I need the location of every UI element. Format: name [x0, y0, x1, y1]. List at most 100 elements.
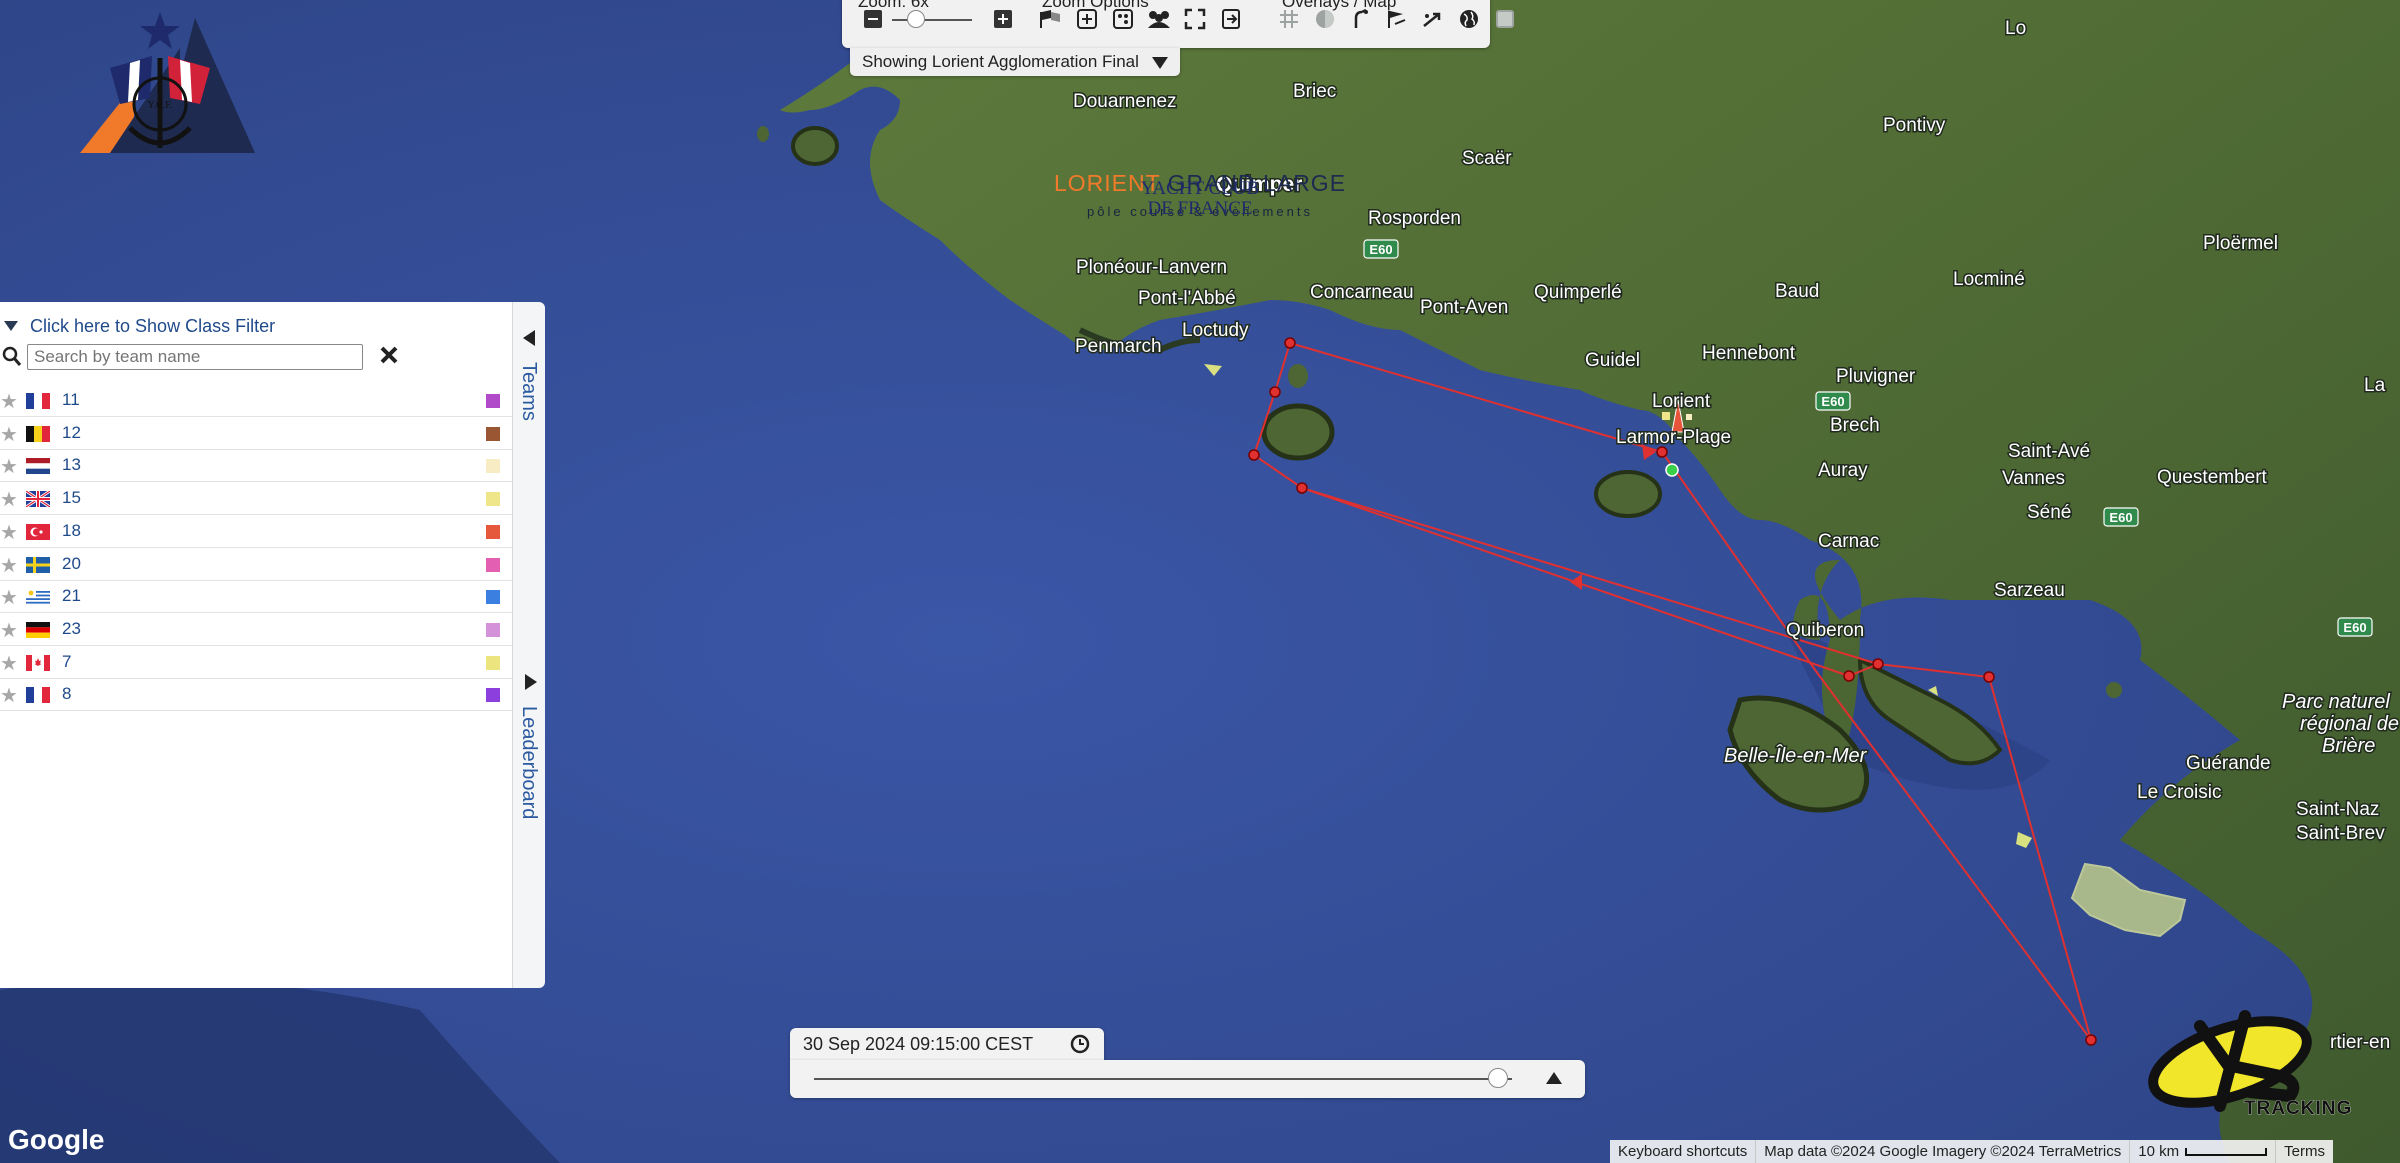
- grid-overlay-icon[interactable]: [1276, 6, 1302, 32]
- favorite-star-icon[interactable]: ★: [0, 585, 18, 610]
- place-label: Vannes: [2002, 468, 2065, 489]
- flag-france-icon: [26, 687, 50, 704]
- teams-tab[interactable]: Teams: [517, 362, 540, 421]
- place-label: Saint-Brev: [2296, 823, 2385, 844]
- map-data-text: Map data ©2024 Google Imagery ©2024 Terr…: [1755, 1140, 2129, 1163]
- race-selector-dropdown[interactable]: Showing Lorient Agglomeration Final: [850, 48, 1180, 76]
- place-label: Penmarch: [1075, 336, 1162, 357]
- team-name[interactable]: 18: [62, 521, 81, 541]
- place-label: Concarneau: [1310, 282, 1414, 303]
- team-name[interactable]: 21: [62, 586, 81, 606]
- fullscreen-icon[interactable]: [1182, 6, 1208, 32]
- place-label: Larmor-Plage: [1616, 427, 1731, 448]
- team-name[interactable]: 20: [62, 554, 81, 574]
- road-shield-e60: E60: [1815, 391, 1851, 411]
- favorite-star-icon[interactable]: ★: [0, 683, 18, 708]
- team-row[interactable]: ★ 21: [0, 580, 512, 614]
- race-selector-label: Showing Lorient Agglomeration Final: [862, 52, 1139, 71]
- boat-marker[interactable]: [1686, 414, 1692, 420]
- triangle-up-icon[interactable]: [1544, 1070, 1564, 1086]
- place-label: Quiberon: [1786, 620, 1864, 641]
- clock-icon[interactable]: [1070, 1034, 1090, 1054]
- class-filter-toggle[interactable]: Click here to Show Class Filter: [4, 314, 275, 338]
- place-label: Hennebont: [1702, 343, 1796, 364]
- team-row[interactable]: ★ 13: [0, 449, 512, 483]
- team-row[interactable]: ★ 20: [0, 548, 512, 581]
- team-name[interactable]: 7: [62, 652, 71, 672]
- zoom-to-course-flag-icon[interactable]: [1038, 6, 1064, 32]
- triangle-right-icon[interactable]: [523, 672, 539, 692]
- team-row[interactable]: ★ 18: [0, 515, 512, 548]
- island: [757, 126, 769, 142]
- google-logo[interactable]: Google: [8, 1124, 104, 1156]
- search-icon: [2, 346, 22, 366]
- place-label: Loctudy: [1182, 320, 1249, 341]
- zoom-out-button[interactable]: [860, 6, 886, 32]
- place-label: Pontivy: [1883, 115, 1946, 136]
- team-name[interactable]: 12: [62, 423, 81, 443]
- place-label: Guérande: [2186, 753, 2271, 774]
- triangle-down-icon: [4, 321, 18, 331]
- team-row[interactable]: ★ 23: [0, 613, 512, 646]
- zoom-slider-handle[interactable]: [907, 10, 925, 28]
- road-shield-e60: E60: [2103, 507, 2139, 527]
- time-slider-handle[interactable]: [1488, 1068, 1509, 1088]
- zoom-slider[interactable]: [892, 10, 972, 28]
- zoom-in-button[interactable]: [990, 6, 1016, 32]
- favorite-star-icon[interactable]: ★: [0, 454, 18, 479]
- exit-icon[interactable]: [1218, 6, 1244, 32]
- team-name[interactable]: 23: [62, 619, 81, 639]
- clear-search-close-icon[interactable]: [378, 344, 400, 366]
- wind-overlay-icon[interactable]: [1420, 6, 1446, 32]
- zoom-to-all-icon[interactable]: [1074, 6, 1100, 32]
- team-name[interactable]: 15: [62, 488, 81, 508]
- boat-marker[interactable]: [1662, 412, 1670, 420]
- globe-icon[interactable]: [1456, 6, 1482, 32]
- team-name[interactable]: 11: [62, 390, 80, 410]
- team-search-input[interactable]: [27, 344, 363, 370]
- favorite-star-icon[interactable]: ★: [0, 651, 18, 676]
- place-label: Questembert: [2157, 467, 2268, 488]
- flag-turkey-icon: [26, 523, 50, 540]
- favorite-star-icon[interactable]: ★: [0, 618, 18, 643]
- zoom-to-group-icon[interactable]: [1146, 6, 1172, 32]
- favorite-star-icon[interactable]: ★: [0, 389, 18, 414]
- bathymetry-overlay-icon[interactable]: [1312, 6, 1338, 32]
- team-row[interactable]: ★ 7: [0, 646, 512, 679]
- place-label: Carnac: [1818, 531, 1879, 552]
- team-name[interactable]: 8: [62, 684, 71, 704]
- time-display: 30 Sep 2024 09:15:00 CEST: [790, 1028, 1104, 1060]
- road-shield-e60: E60: [1363, 239, 1399, 259]
- team-row[interactable]: ★ 11: [0, 384, 512, 417]
- flag-sweden-icon: [26, 556, 50, 573]
- team-name[interactable]: 13: [62, 455, 81, 475]
- team-row[interactable]: ★ 12: [0, 417, 512, 450]
- place-label: Parc naturel: [2282, 691, 2390, 713]
- minus-icon: [864, 10, 882, 28]
- terms-link[interactable]: Terms: [2275, 1140, 2333, 1163]
- leaderboard-tab[interactable]: Leaderboard: [517, 706, 540, 819]
- time-slider[interactable]: [814, 1068, 1512, 1088]
- place-label: Brech: [1830, 415, 1880, 436]
- teams-panel: Click here to Show Class Filter ★ 11 ★ 1…: [0, 302, 512, 988]
- team-row[interactable]: ★ 15: [0, 482, 512, 516]
- flag-uruguay-icon: [26, 589, 50, 606]
- island: [1288, 364, 1308, 388]
- favorite-star-icon[interactable]: ★: [0, 487, 18, 512]
- favorite-star-icon[interactable]: ★: [0, 422, 18, 447]
- team-color-swatch: [486, 590, 500, 605]
- triangle-left-icon[interactable]: [521, 328, 537, 348]
- zoom-to-boats-icon[interactable]: [1110, 6, 1136, 32]
- keyboard-shortcuts-link[interactable]: Keyboard shortcuts: [1610, 1140, 1755, 1163]
- team-color-swatch: [486, 655, 500, 670]
- map-layer-icon[interactable]: [1492, 6, 1518, 32]
- yb-tracking-logo: TRACKING: [2140, 996, 2360, 1126]
- team-row[interactable]: ★ 8: [0, 678, 512, 712]
- tracks-overlay-icon[interactable]: [1348, 6, 1374, 32]
- marks-overlay-icon[interactable]: [1384, 6, 1410, 32]
- favorite-star-icon[interactable]: ★: [0, 520, 18, 545]
- favorite-star-icon[interactable]: ★: [0, 553, 18, 578]
- triangle-down-icon: [1151, 56, 1168, 69]
- team-color-swatch: [486, 524, 500, 539]
- class-filter-label: Click here to Show Class Filter: [30, 315, 276, 336]
